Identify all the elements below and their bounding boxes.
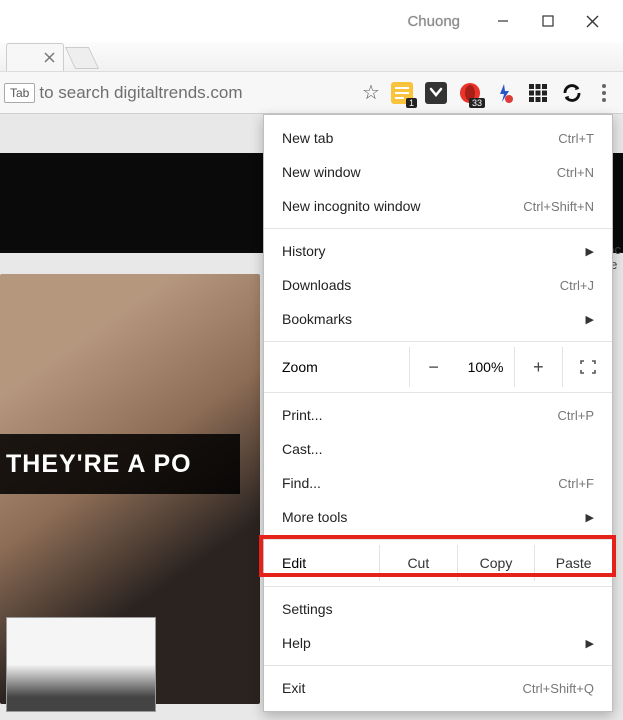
menu-settings[interactable]: Settings [264,592,612,626]
tab-key-hint: Tab [4,83,35,103]
page-thumbnail [6,617,156,712]
bookmark-star-icon[interactable]: ☆ [357,80,385,105]
menu-cast[interactable]: Cast... [264,432,612,466]
chrome-menu: New tabCtrl+T New windowCtrl+N New incog… [263,114,613,712]
chevron-right-icon: ▶ [586,313,594,326]
menu-help[interactable]: Help▶ [264,626,612,660]
menu-new-window[interactable]: New windowCtrl+N [264,155,612,189]
menu-find[interactable]: Find...Ctrl+F [264,466,612,500]
extension-opera-icon[interactable]: 33 [453,78,487,108]
menu-separator [264,539,612,540]
fullscreen-button[interactable] [562,347,612,387]
zoom-level: 100% [457,359,514,375]
extension-bolt-icon[interactable] [487,78,521,108]
menu-copy[interactable]: Copy [457,545,535,581]
tab-strip [0,42,623,72]
menu-exit[interactable]: ExitCtrl+Shift+Q [264,671,612,705]
new-tab-button[interactable] [65,47,99,69]
menu-separator [264,228,612,229]
menu-separator [264,341,612,342]
browser-tab[interactable] [6,43,64,71]
menu-cut[interactable]: Cut [379,545,457,581]
menu-downloads[interactable]: DownloadsCtrl+J [264,268,612,302]
page-headline: THEY'RE A PO [0,434,240,494]
extension-grid-icon[interactable] [521,78,555,108]
chrome-menu-button[interactable] [589,78,619,108]
chevron-right-icon: ▶ [586,637,594,650]
extension-sync-icon[interactable] [555,78,589,108]
menu-separator [264,586,612,587]
menu-bookmarks[interactable]: Bookmarks▶ [264,302,612,336]
menu-separator [264,665,612,666]
minimize-button[interactable] [480,6,525,36]
window-title: Chuong [407,13,460,30]
menu-separator [264,392,612,393]
chevron-right-icon: ▶ [586,245,594,258]
zoom-out-button[interactable]: − [409,347,457,387]
menu-history[interactable]: History▶ [264,234,612,268]
chevron-right-icon: ▶ [586,511,594,524]
menu-print[interactable]: Print...Ctrl+P [264,398,612,432]
extension-notes-icon[interactable]: 1 [385,78,419,108]
menu-paste[interactable]: Paste [534,545,612,581]
toolbar: Tab to search digitaltrends.com ☆ 1 33 [0,72,623,114]
extension-badge: 1 [406,98,417,108]
close-button[interactable] [570,6,615,36]
menu-edit-row: Edit Cut Copy Paste [264,545,612,581]
maximize-button[interactable] [525,6,570,36]
extension-pocket-icon[interactable] [419,78,453,108]
window-title-bar: Chuong [0,0,623,42]
menu-new-tab[interactable]: New tabCtrl+T [264,121,612,155]
tab-close-icon[interactable] [44,52,55,63]
menu-incognito[interactable]: New incognito windowCtrl+Shift+N [264,189,612,223]
extension-badge: 33 [469,98,485,108]
menu-more-tools[interactable]: More tools▶ [264,500,612,534]
menu-zoom: Zoom − 100% + [264,347,612,387]
address-bar[interactable]: to search digitaltrends.com [39,83,357,103]
zoom-in-button[interactable]: + [514,347,562,387]
